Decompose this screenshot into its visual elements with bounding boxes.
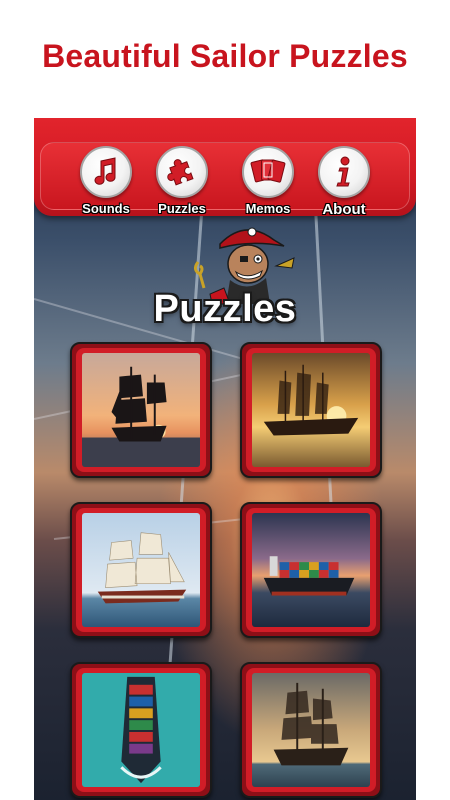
container-ship-sunset-image [252, 513, 370, 627]
pirate-ship-clouds-image [252, 673, 370, 787]
puzzle-tile[interactable] [70, 342, 212, 478]
info-icon [336, 156, 350, 187]
promo-title: Beautiful Sailor Puzzles [42, 38, 408, 74]
app-screen: Sounds Puzzles Memos About Puzzles [34, 118, 416, 800]
puzzles-circle [156, 146, 208, 198]
memos-button[interactable]: Memos [234, 146, 302, 218]
about-circle [318, 146, 370, 198]
puzzles-button[interactable]: Puzzles [148, 146, 216, 218]
puzzle-tile[interactable] [240, 662, 382, 798]
container-ship-aerial-image [82, 673, 200, 787]
tall-ship-sails-image [82, 513, 200, 627]
memos-circle [242, 146, 294, 198]
puzzle-tile[interactable] [70, 502, 212, 638]
about-button[interactable]: About [310, 146, 378, 218]
pirate-ship-sunset-image [82, 353, 200, 467]
puzzle-tile[interactable] [240, 502, 382, 638]
sounds-circle [80, 146, 132, 198]
galleon-golden-sea-image [252, 353, 370, 467]
sounds-button[interactable]: Sounds [72, 146, 140, 218]
memos-label: Memos [245, 201, 291, 216]
about-label: About [322, 201, 366, 218]
puzzles-label: Puzzles [158, 201, 206, 216]
puzzle-piece-icon [167, 159, 194, 186]
sounds-label: Sounds [82, 201, 130, 216]
page-title: Puzzles [153, 288, 297, 330]
puzzle-tile[interactable] [240, 342, 382, 478]
cards-icon [250, 159, 286, 183]
puzzle-tile[interactable] [70, 662, 212, 798]
music-note-icon [94, 157, 116, 185]
